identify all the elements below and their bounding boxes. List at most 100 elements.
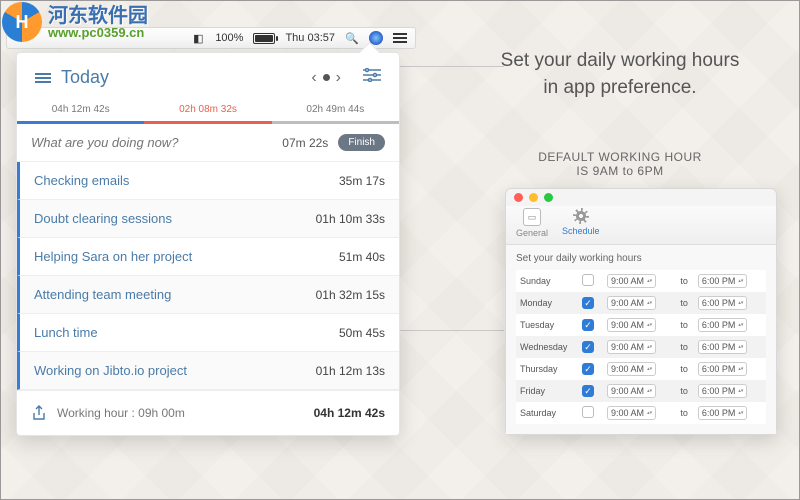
connector-line (392, 66, 504, 67)
day-label: Wednesday (516, 336, 578, 358)
schedule-table: Sunday 9:00 AM▴▾ to 6:00 PM▴▾ Monday ✓ 9:00 AM… (516, 270, 766, 424)
tab-general[interactable]: ▭ General (516, 208, 548, 238)
to-time-field[interactable]: 6:00 PM▴▾ (698, 362, 748, 376)
menubar-clock: Thu 03:57 (285, 32, 335, 44)
preferences-window: ▭ General Schedule Set your daily workin… (505, 188, 777, 435)
day-checkbox[interactable]: ✓ (582, 297, 594, 309)
time-tracker-popover: Today ‹ › 04h 12m 42s 02h 08m 32s 02h 49… (16, 52, 400, 436)
watermark-logo-icon: H (2, 2, 42, 42)
finish-button[interactable]: Finish (338, 134, 385, 151)
close-traffic-light[interactable] (514, 193, 523, 202)
day-checkbox[interactable]: ✓ (582, 385, 594, 397)
schedule-row: Friday✓9:00 AM▴▾to6:00 PM▴▾ (516, 380, 766, 402)
segment-unproductive[interactable]: 02h 08m 32s (144, 100, 271, 124)
task-input[interactable] (31, 135, 272, 150)
total-duration: 04h 12m 42s (314, 406, 385, 420)
day-checkbox[interactable]: ✓ (582, 363, 594, 375)
to-label: to (674, 358, 693, 380)
day-checkbox[interactable]: ✓ (582, 341, 594, 353)
schedule-row: Wednesday ✓ 9:00 AM▴▾ to 6:00 PM▴▾ (516, 336, 766, 358)
to-label: to (674, 402, 693, 424)
from-time-field[interactable]: 9:00 AM▴▾ (607, 274, 656, 288)
segment-bar: 04h 12m 42s 02h 08m 32s 02h 49m 44s (17, 100, 399, 124)
to-label: to (674, 380, 693, 402)
day-label: Monday (516, 292, 578, 314)
tracker-title: Today (61, 67, 301, 88)
to-time-field[interactable]: 6:00 PM▴▾ (698, 296, 748, 310)
filter-icon[interactable] (363, 68, 381, 87)
from-time-field[interactable]: 9:00 AM▴▾ (607, 362, 656, 376)
task-duration: 51m 40s (339, 250, 385, 264)
schedule-row: Tuesday ✓ 9:00 AM▴▾ to 6:00 PM▴▾ (516, 314, 766, 336)
view-icon[interactable] (35, 73, 51, 83)
task-row[interactable]: Helping Sara on her project51m 40s (17, 238, 399, 276)
connector-line (400, 330, 504, 331)
to-label: to (674, 314, 693, 336)
task-duration: 01h 32m 15s (316, 288, 385, 302)
watermark: H 河东软件园 www.pc0359.cn (2, 2, 148, 42)
minimize-traffic-light[interactable] (529, 193, 538, 202)
day-label: Saturday (516, 402, 578, 424)
from-time-field[interactable]: 9:00 AM▴▾ (607, 318, 656, 332)
task-name: Working on Jibto.io project (34, 363, 316, 378)
current-task-row: 07m 22s Finish (17, 124, 399, 162)
segment-productive[interactable]: 04h 12m 42s (17, 100, 144, 124)
schedule-row: Thursday ✓ 9:00 AM▴▾ to 6:00 PM▴▾ (516, 358, 766, 380)
day-checkbox[interactable] (582, 406, 594, 418)
task-name: Helping Sara on her project (34, 249, 339, 264)
pref-section-label: Set your daily working hours (516, 253, 766, 264)
working-hour-label: Working hour : 09h 00m (57, 406, 304, 420)
from-time-field[interactable]: 9:00 AM▴▾ (607, 296, 656, 310)
day-label: Sunday (516, 270, 578, 292)
schedule-row: Monday ✓ 9:00 AM▴▾ to 6:00 PM▴▾ (516, 292, 766, 314)
to-label: to (674, 336, 693, 358)
tab-schedule[interactable]: Schedule (562, 208, 600, 238)
notification-center-icon[interactable] (393, 33, 407, 43)
day-checkbox[interactable] (582, 274, 594, 286)
from-time-field[interactable]: 9:00 AM▴▾ (607, 406, 656, 420)
task-row[interactable]: Lunch time50m 45s (17, 314, 399, 352)
watermark-text-cn: 河东软件园 (48, 6, 148, 26)
to-time-field[interactable]: 6:00 PM▴▾ (698, 274, 748, 288)
task-name: Lunch time (34, 325, 339, 340)
task-row[interactable]: Doubt clearing sessions01h 10m 33s (17, 200, 399, 238)
to-time-field[interactable]: 6:00 PM▴▾ (698, 318, 748, 332)
headline: Set your daily working hours in app pref… (480, 48, 760, 101)
task-name: Checking emails (34, 173, 339, 188)
battery-percent: 100% (215, 32, 243, 44)
current-duration: 07m 22s (282, 136, 328, 150)
task-duration: 50m 45s (339, 326, 385, 340)
to-label: to (674, 270, 693, 292)
segment-neutral[interactable]: 02h 49m 44s (272, 100, 399, 124)
window-titlebar (506, 189, 776, 206)
schedule-row: Sunday 9:00 AM▴▾ to 6:00 PM▴▾ (516, 270, 766, 292)
pref-toolbar: ▭ General Schedule (506, 206, 776, 245)
zoom-traffic-light[interactable] (544, 193, 553, 202)
tracker-footer: Working hour : 09h 00m 04h 12m 42s (17, 390, 399, 435)
task-name: Attending team meeting (34, 287, 316, 302)
task-name: Doubt clearing sessions (34, 211, 316, 226)
app-menubar-icon[interactable]: ◧ (191, 31, 205, 45)
to-time-field[interactable]: 6:00 PM▴▾ (698, 340, 748, 354)
share-icon[interactable] (31, 405, 47, 421)
task-row[interactable]: Checking emails35m 17s (17, 162, 399, 200)
day-label: Tuesday (516, 314, 578, 336)
to-time-field[interactable]: 6:00 PM▴▾ (698, 384, 748, 398)
gear-icon (573, 208, 589, 224)
day-checkbox[interactable]: ✓ (582, 319, 594, 331)
battery-icon (253, 33, 275, 44)
day-label: Thursday (516, 358, 578, 380)
to-label: to (674, 292, 693, 314)
pager-nav[interactable]: ‹ › (311, 69, 341, 87)
from-time-field[interactable]: 9:00 AM▴▾ (607, 340, 656, 354)
general-icon: ▭ (523, 208, 541, 226)
spotlight-icon[interactable]: 🔍 (345, 31, 359, 45)
task-duration: 01h 12m 13s (316, 364, 385, 378)
task-duration: 01h 10m 33s (316, 212, 385, 226)
subheadline: DEFAULT WORKING HOUR IS 9AM to 6PM (480, 150, 760, 178)
task-duration: 35m 17s (339, 174, 385, 188)
task-row[interactable]: Working on Jibto.io project01h 12m 13s (17, 352, 399, 390)
from-time-field[interactable]: 9:00 AM▴▾ (607, 384, 656, 398)
task-row[interactable]: Attending team meeting01h 32m 15s (17, 276, 399, 314)
to-time-field[interactable]: 6:00 PM▴▾ (698, 406, 748, 420)
